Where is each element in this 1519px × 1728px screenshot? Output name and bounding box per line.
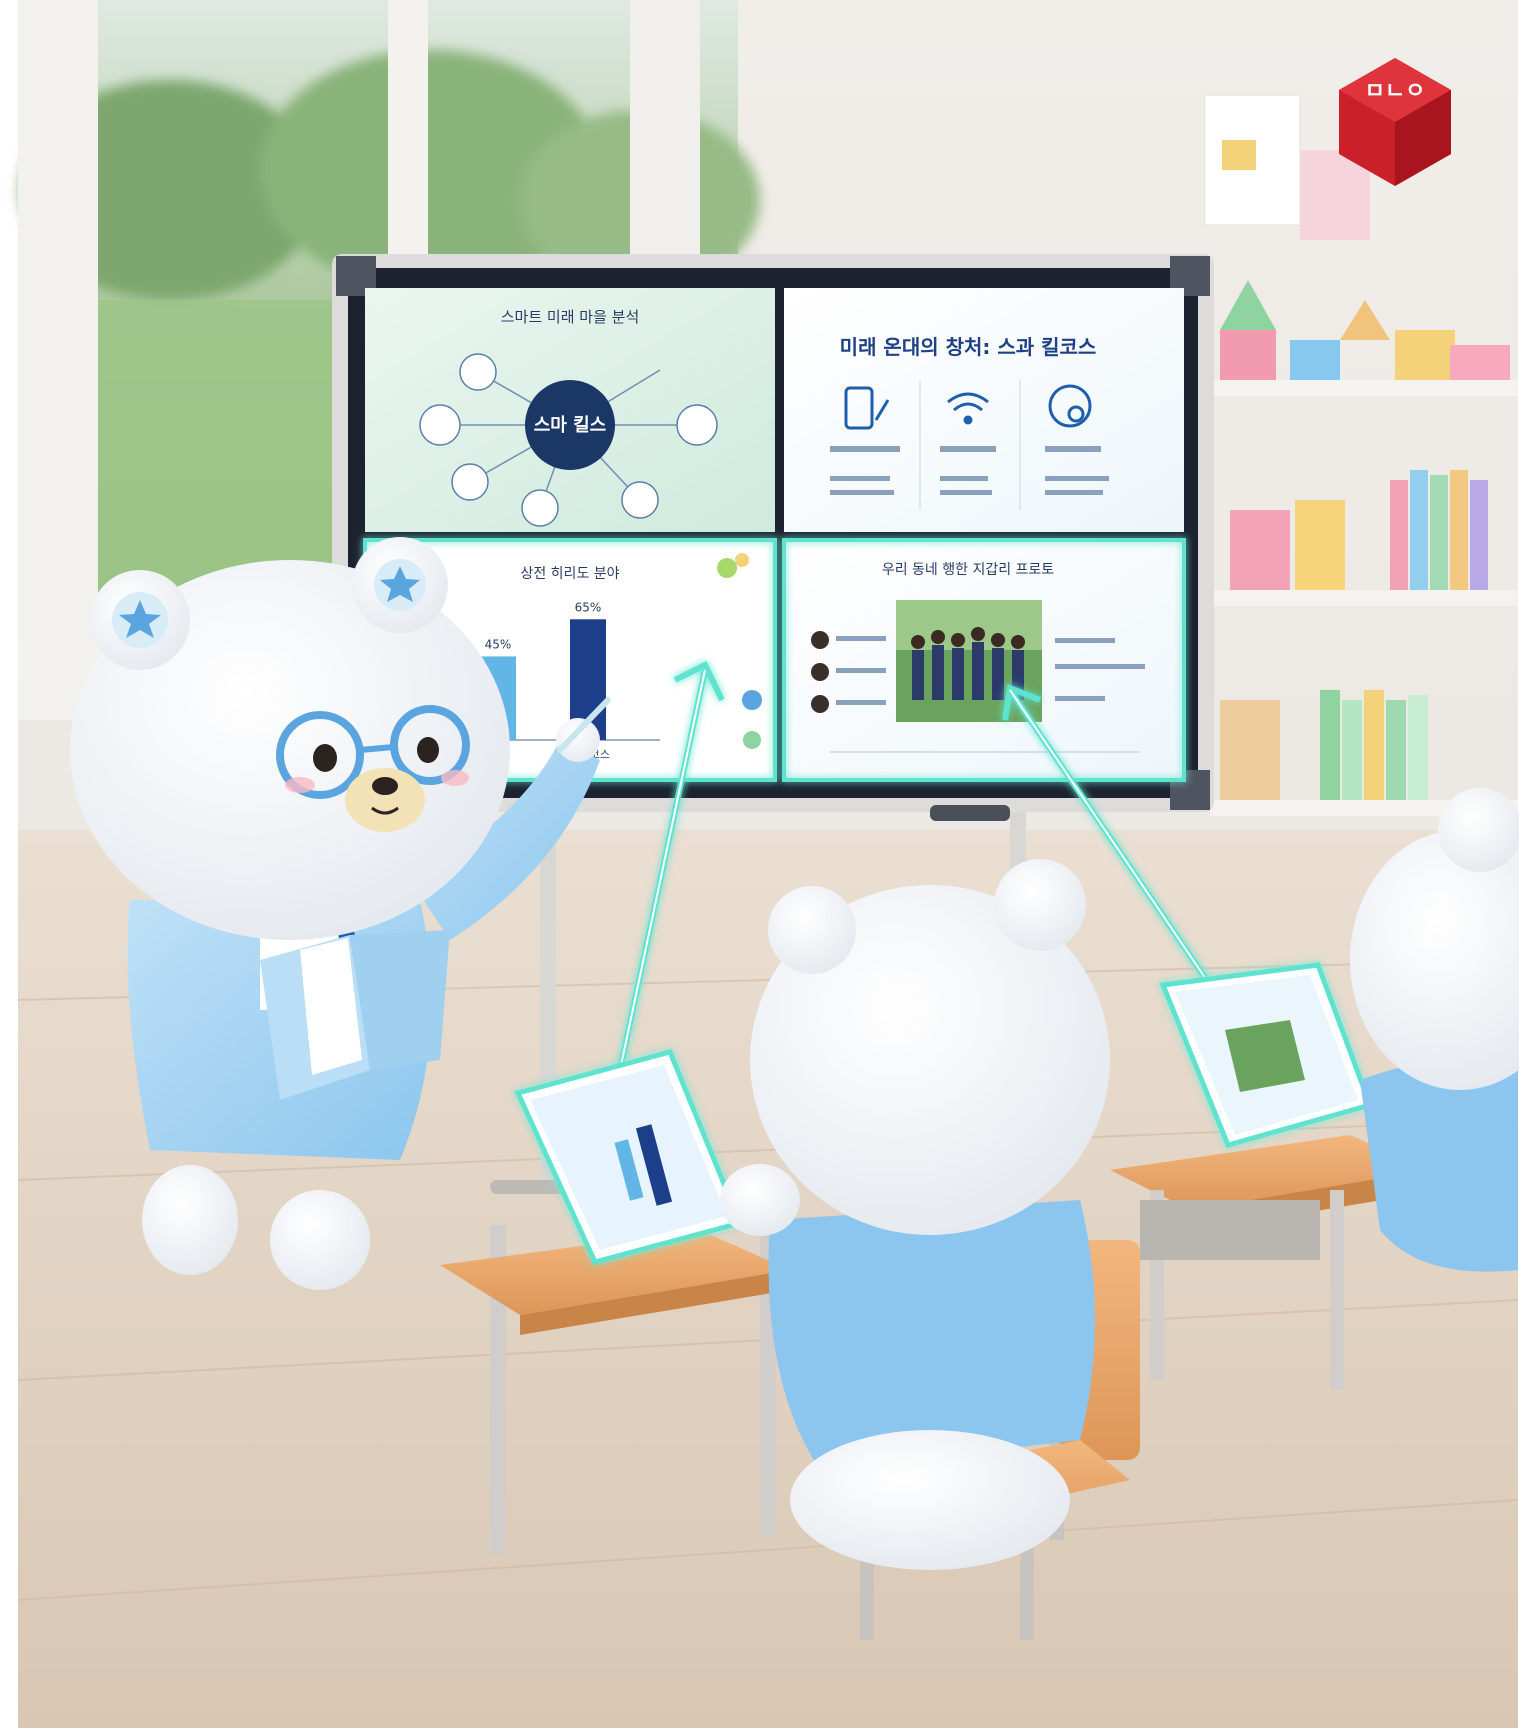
chart-data-label: 45% — [485, 637, 512, 651]
board-panel-network: 스마트 미래 마을 분석 스마 킬스 — [365, 288, 775, 532]
panel-title: 우리 동네 행한 지갑리 프로토 — [882, 562, 1054, 578]
person-avatar-icon — [811, 631, 829, 649]
board-panel-project: 우리 동네 행한 지갑리 프로토 — [782, 538, 1186, 782]
panel-title: 미래 온대의 창처: 스과 킬코스 — [840, 335, 1097, 359]
logo-letters: ㅁㄴㅇ — [1365, 79, 1426, 104]
bell-icon — [621, 481, 659, 519]
board-panel-features: 미래 온대의 창처: 스과 킬코스 — [784, 288, 1184, 532]
classroom-scene: ㅁㄴㅇ 스마트 미래 마을 분석 스마 킬스 미래 온대의 창처: 스과 킬코스… — [0, 0, 1519, 1728]
person-avatar-icon — [811, 663, 829, 681]
panel-title: 상전 히리도 분야 — [520, 566, 619, 582]
house-icon — [419, 404, 461, 446]
hub-label: 스마 킬스 — [534, 415, 607, 436]
panel-title: 스마트 미래 마을 분석 — [501, 308, 640, 326]
person-icon — [521, 489, 559, 527]
book-icon — [676, 404, 718, 446]
person-avatar-icon — [811, 695, 829, 713]
car-icon — [459, 353, 497, 391]
tree-icon — [451, 463, 489, 501]
chart-data-label: 65% — [575, 600, 602, 614]
